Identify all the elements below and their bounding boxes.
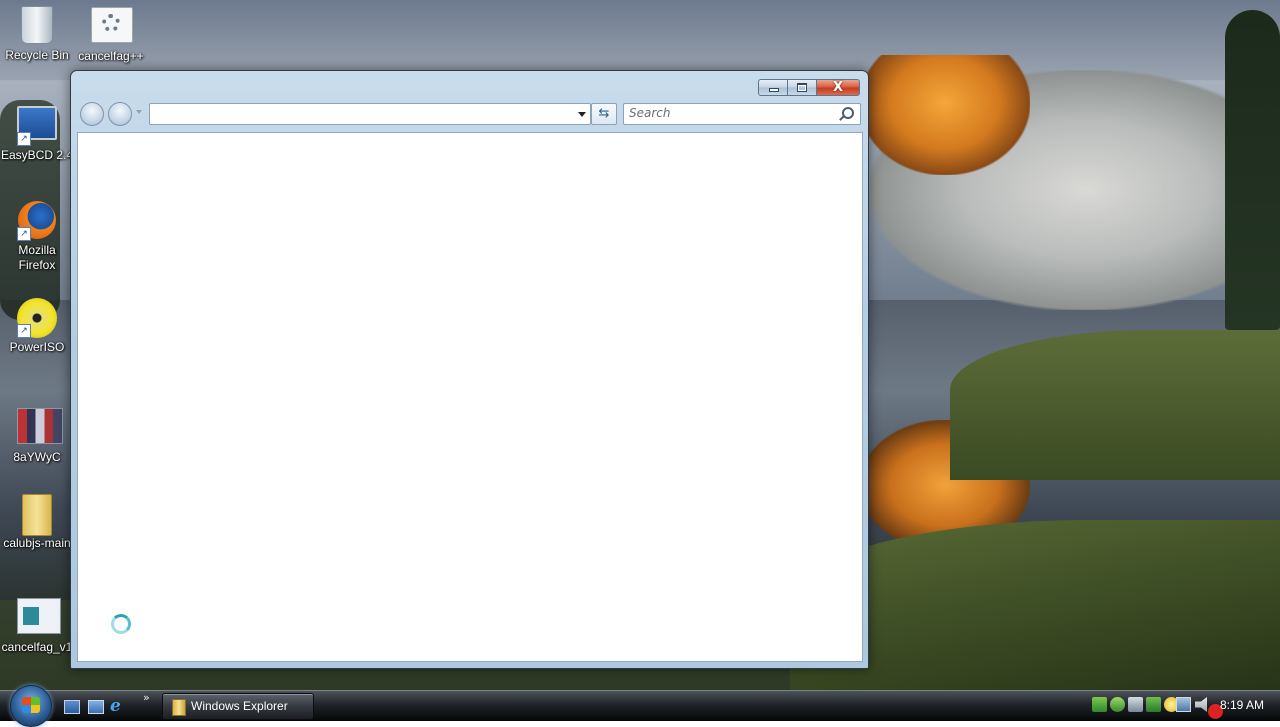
taskbar: e » Windows Explorer 8:19 AM — [0, 685, 1280, 727]
close-button[interactable]: X — [816, 79, 860, 96]
loading-spinner-icon — [111, 614, 131, 634]
desktop-icon-calubjs-main[interactable]: calubjs-main — [0, 494, 74, 551]
refresh-button[interactable]: ⇆ — [591, 103, 617, 125]
desktop-icon-label: EasyBCD 2.4 — [0, 148, 74, 162]
desktop-icon-label: cancelfag++ — [78, 49, 144, 63]
maximize-button[interactable] — [787, 79, 816, 96]
update-tray-icon[interactable] — [1110, 697, 1125, 712]
document-icon — [17, 598, 61, 638]
close-icon: X — [832, 80, 844, 95]
back-button[interactable] — [80, 102, 104, 126]
address-bar[interactable] — [149, 103, 591, 125]
desktop-icon-firefox[interactable]: ↗ Mozilla Firefox — [0, 200, 74, 273]
search-box[interactable] — [623, 103, 861, 125]
volume-button[interactable] — [1195, 697, 1223, 719]
show-desktop-icon[interactable] — [64, 700, 80, 714]
quick-launch-more-button[interactable]: » — [143, 691, 150, 704]
minimize-button[interactable] — [758, 79, 787, 96]
wallpaper-sky — [0, 0, 1280, 80]
safely-remove-tray-icon[interactable] — [1146, 697, 1161, 712]
desktop-icon-label: Mozilla Firefox — [18, 243, 56, 272]
network-connection-icon[interactable] — [1176, 697, 1191, 712]
zip-folder-icon — [17, 494, 57, 536]
desktop-icon-label: 8aYWyC — [13, 450, 61, 464]
refresh-icon: ⇆ — [598, 106, 610, 121]
desktop-icon-cancelfag-v1[interactable]: cancelfag_v1 — [0, 594, 74, 655]
firefox-icon: ↗ — [17, 201, 57, 241]
taskbar-button-label: Windows Explorer — [191, 699, 288, 713]
desktop-icon-label: PowerISO — [9, 340, 65, 354]
shortcut-arrow-icon: ↗ — [17, 132, 31, 146]
minimize-icon — [769, 88, 779, 92]
maximize-icon — [797, 83, 807, 92]
forward-button[interactable] — [108, 102, 132, 126]
wallpaper-trees — [1225, 10, 1280, 330]
easybcd-icon: ↗ — [17, 106, 57, 146]
image-file-icon — [17, 408, 63, 448]
shortcut-arrow-icon: ↗ — [17, 324, 31, 338]
wallpaper-sunlit-peak — [860, 55, 1030, 175]
explorer-window[interactable]: X ⇆ — [70, 70, 869, 669]
desktop-icon-recycle-bin[interactable]: Recycle Bin — [0, 4, 74, 63]
navigation-bar: ⇆ — [79, 101, 861, 127]
search-input[interactable] — [624, 104, 839, 122]
shortcut-arrow-icon: ↗ — [17, 227, 31, 241]
desktop-icon-label: Recycle Bin — [5, 48, 69, 62]
desktop-icon-label: cancelfag_v1 — [1, 640, 73, 654]
poweriso-disc-icon: ↗ — [17, 298, 57, 338]
windows-logo-icon — [22, 697, 40, 713]
desktop-icon-easybcd[interactable]: ↗ EasyBCD 2.4 — [0, 102, 74, 163]
taskbar-button-windows-explorer[interactable]: Windows Explorer — [162, 693, 314, 720]
desktop-icon-label: calubjs-main — [3, 536, 71, 550]
notification-area — [1092, 697, 1179, 715]
search-icon[interactable] — [842, 107, 854, 119]
desktop-icon-poweriso[interactable]: ↗ PowerISO — [0, 298, 74, 355]
settings-app-icon — [91, 7, 133, 47]
address-input[interactable] — [150, 104, 578, 122]
desktop-icon-8aywyc[interactable]: 8aYWyC — [0, 404, 74, 465]
switch-windows-icon[interactable] — [88, 700, 104, 714]
desktop-icon-cancelfag[interactable]: cancelfag++ — [74, 4, 148, 64]
wallpaper-meadow — [950, 330, 1280, 480]
internet-explorer-icon[interactable]: e — [110, 698, 126, 715]
start-button[interactable] — [10, 685, 52, 727]
caption-buttons: X — [758, 79, 860, 96]
system-tray — [1176, 697, 1223, 719]
address-dropdown-icon[interactable] — [578, 112, 586, 117]
display-tray-icon[interactable] — [1128, 697, 1143, 712]
folder-icon — [172, 699, 186, 716]
recent-pages-dropdown-icon[interactable] — [136, 110, 142, 114]
network-tray-icon[interactable] — [1092, 697, 1107, 712]
content-pane[interactable] — [77, 132, 863, 662]
clock[interactable]: 8:19 AM — [1220, 698, 1264, 712]
recycle-bin-icon — [17, 6, 57, 46]
